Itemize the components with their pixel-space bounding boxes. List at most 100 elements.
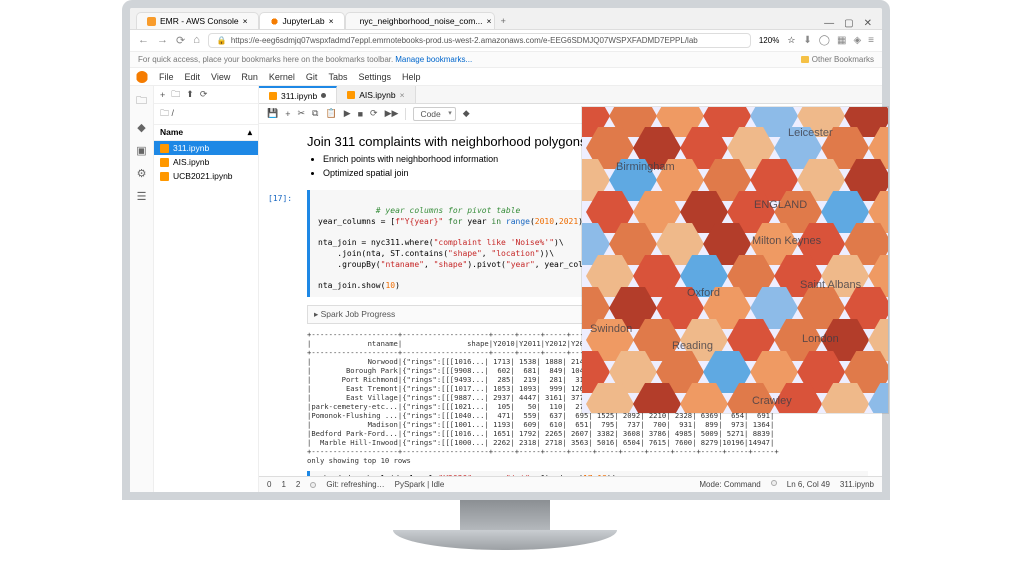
jupyter-logo-icon — [136, 71, 148, 83]
notebook-icon — [347, 91, 355, 99]
filebrowser-icon[interactable]: 🗀 — [136, 92, 147, 111]
extensions-icon[interactable]: ▦ — [837, 35, 846, 46]
restart-icon[interactable]: ⟳ — [370, 108, 378, 119]
insert-icon[interactable]: + — [285, 109, 290, 119]
map-city-label: Leicester — [788, 127, 833, 139]
url-text: https://e-eeg6sdmjq07wspxfadmd7eppl.emrn… — [231, 36, 698, 45]
menu-icon[interactable]: ≡ — [868, 35, 874, 46]
git-icon[interactable]: ◆ — [137, 121, 145, 134]
file-item[interactable]: UCB2021.ipynb — [154, 169, 258, 183]
new-launcher-icon[interactable]: + — [160, 90, 165, 100]
menu-run[interactable]: Run — [241, 72, 258, 82]
window-controls: — ▢ ✕ — [824, 18, 882, 29]
menu-settings[interactable]: Settings — [358, 72, 391, 82]
paste-icon[interactable]: 📋 — [325, 108, 336, 119]
notebook-icon — [269, 92, 277, 100]
account-icon[interactable]: ◯ — [819, 35, 830, 46]
menu-kernel[interactable]: Kernel — [269, 72, 295, 82]
bookmarks-hint: For quick access, place your bookmarks h… — [138, 55, 393, 64]
map-city-label: Reading — [672, 340, 713, 352]
manage-bookmarks-link[interactable]: Manage bookmarks... — [395, 55, 472, 64]
other-bookmarks[interactable]: Other Bookmarks — [812, 55, 874, 64]
url-input[interactable]: 🔒 https://e-eeg6sdmjq07wspxfadmd7eppl.em… — [208, 33, 751, 48]
reload-icon[interactable]: ⟳ — [176, 34, 185, 47]
menu-file[interactable]: File — [159, 72, 174, 82]
new-folder-icon[interactable]: 🗀 — [171, 87, 180, 103]
breadcrumb[interactable]: 🗀 / — [154, 104, 258, 125]
browser-tab-nyc[interactable]: nyc_neighborhood_noise_com...× — [345, 12, 495, 29]
minimize-icon[interactable]: — — [824, 18, 834, 29]
status-file: 311.ipynb — [840, 480, 874, 489]
map-city-label: Oxford — [687, 287, 720, 299]
browser-tabbar: EMR - AWS Console× JupyterLab × nyc_neigh… — [130, 8, 882, 30]
refresh-icon[interactable]: ⟳ — [200, 89, 208, 100]
file-name: UCB2021.ipynb — [173, 171, 233, 181]
status-num: 1 — [281, 480, 285, 489]
file-sidebar: + 🗀 ⬆ ⟳ 🗀 / Name▴ 311.ipynb AIS.ipynb UC… — [154, 86, 259, 492]
celltype-select[interactable]: Code — [413, 107, 455, 121]
browser-tab-jupyter[interactable]: JupyterLab × — [259, 12, 345, 29]
status-mode: Mode: Command — [699, 480, 760, 489]
save-icon[interactable]: 💾 — [267, 108, 278, 119]
run-all-icon[interactable]: ▶▶ — [385, 108, 399, 119]
star-icon[interactable]: ☆ — [787, 35, 795, 46]
downloads-icon[interactable]: ⬇ — [803, 35, 811, 46]
tab-label: AIS.ipynb — [359, 90, 395, 100]
menu-help[interactable]: Help — [402, 72, 421, 82]
forward-icon[interactable]: → — [157, 34, 168, 47]
zoom-level[interactable]: 120% — [759, 36, 779, 45]
tab-label: JupyterLab — [283, 16, 325, 26]
close-icon[interactable]: × — [486, 16, 491, 26]
menu-git[interactable]: Git — [306, 72, 318, 82]
notebook-tabs: 311.ipynb AIS.ipynb × — [259, 86, 882, 104]
running-icon[interactable]: ▣ — [136, 144, 146, 157]
run-icon[interactable]: ▶ — [344, 108, 351, 119]
notebook-icon — [160, 172, 169, 181]
back-icon[interactable]: ← — [138, 34, 149, 47]
close-icon[interactable]: ✕ — [864, 18, 872, 29]
file-name: 311.ipynb — [173, 143, 209, 153]
extension-icon[interactable]: ⚙ — [137, 167, 147, 180]
file-item[interactable]: AIS.ipynb — [154, 155, 258, 169]
copy-icon[interactable]: ⧉ — [312, 108, 318, 119]
close-icon[interactable]: × — [329, 16, 334, 26]
notebook-icon — [160, 158, 169, 167]
tab-ais[interactable]: AIS.ipynb × — [337, 86, 415, 103]
dirty-indicator-icon — [321, 93, 326, 98]
shield-icon[interactable]: ◈ — [853, 35, 861, 46]
jupyter-menubar: File Edit View Run Kernel Git Tabs Setti… — [130, 68, 882, 86]
map-city-label: ENGLAND — [754, 199, 807, 211]
map-city-label: Milton Keynes — [752, 235, 821, 247]
upload-icon[interactable]: ⬆ — [186, 89, 194, 100]
col-name[interactable]: Name — [160, 127, 248, 138]
lock-icon: 🔒 — [217, 36, 227, 45]
git-icon[interactable]: ◆ — [463, 108, 470, 119]
file-item[interactable]: 311.ipynb — [154, 141, 258, 155]
stop-icon[interactable]: ■ — [358, 109, 363, 119]
commands-icon[interactable]: ☰ — [137, 190, 147, 203]
browser-urlbar-row: ← → ⟳ ⌂ 🔒 https://e-eeg6sdmjq07wspxfadmd… — [130, 30, 882, 52]
file-name: AIS.ipynb — [173, 157, 209, 167]
menu-edit[interactable]: Edit — [185, 72, 201, 82]
code-cell[interactable]: nta_join.st.plot(val_col="Y2020", cmap="… — [307, 471, 868, 476]
tab-label: nyc_neighborhood_noise_com... — [360, 16, 483, 26]
browser-tab-aws[interactable]: EMR - AWS Console× — [136, 12, 259, 29]
bookmarks-bar: For quick access, place your bookmarks h… — [130, 52, 882, 68]
status-position: Ln 6, Col 49 — [787, 480, 830, 489]
new-tab-button[interactable]: + — [495, 13, 512, 29]
chevron-up-icon: ▴ — [248, 127, 252, 138]
tab-label: 311.ipynb — [281, 91, 317, 101]
status-kernel: PySpark | Idle — [395, 480, 445, 489]
cut-icon[interactable]: ✂ — [297, 108, 305, 119]
close-icon[interactable]: × — [243, 16, 248, 26]
map-city-label: Saint Albans — [800, 279, 861, 291]
map-city-label: Swindon — [590, 323, 632, 335]
menu-tabs[interactable]: Tabs — [328, 72, 347, 82]
status-dot-icon — [310, 482, 316, 488]
close-icon[interactable]: × — [400, 90, 405, 100]
home-icon[interactable]: ⌂ — [193, 34, 200, 47]
menu-view[interactable]: View — [211, 72, 230, 82]
maximize-icon[interactable]: ▢ — [844, 18, 853, 29]
tab-311[interactable]: 311.ipynb — [259, 86, 337, 103]
map-city-label: Birmingham — [616, 161, 675, 173]
